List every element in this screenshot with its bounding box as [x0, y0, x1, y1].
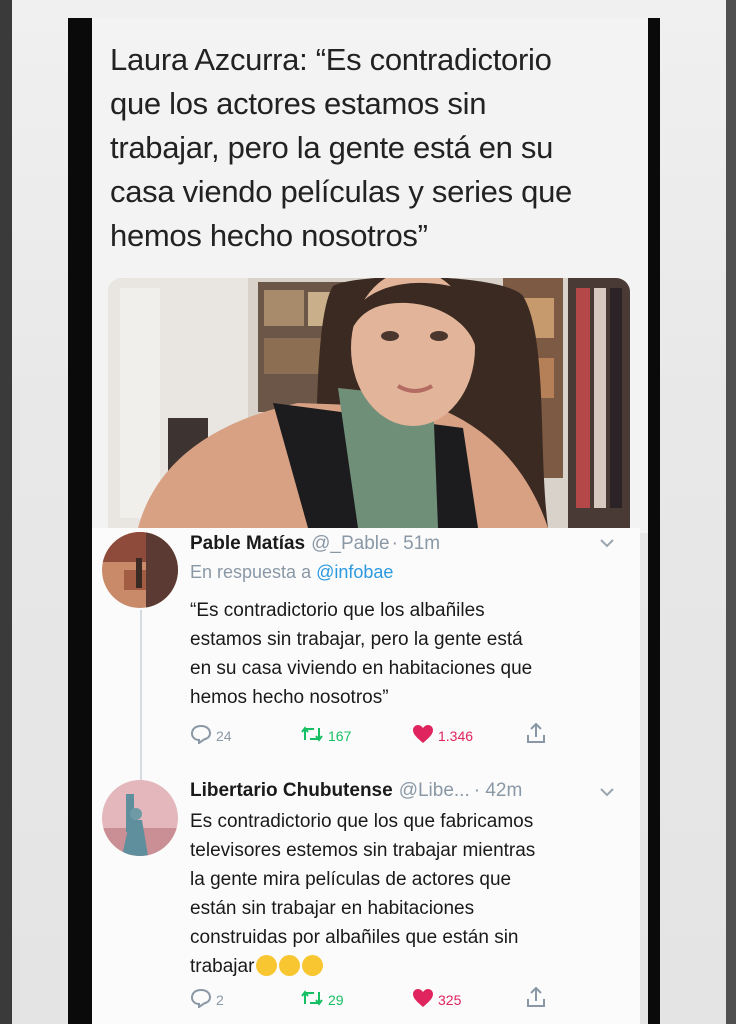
headline-line: casa viendo películas y series que: [110, 174, 572, 209]
user-handle[interactable]: @Libe...: [399, 780, 470, 801]
retweet-button[interactable]: 167: [300, 724, 351, 747]
thread-line: [140, 610, 142, 785]
tweet-actions: 24 167 1.346: [190, 722, 590, 748]
display-name[interactable]: Libertario Chubutense: [190, 780, 393, 801]
reply-button[interactable]: 2: [190, 988, 224, 1011]
share-button[interactable]: [526, 986, 546, 1011]
tweet-header: Libertario Chubutense @Libe... · 42m: [190, 780, 522, 802]
tweet-header: Pable Matías @_Pable · 51m: [190, 533, 440, 555]
like-button[interactable]: 325: [412, 988, 461, 1011]
tweet-text: Es contradictorio que los que fabricamos…: [190, 807, 535, 981]
reply-context: En respuesta a @infobae: [190, 562, 393, 583]
retweet-button[interactable]: 29: [300, 988, 344, 1011]
news-photo: [108, 278, 630, 528]
tweet-text-line: están sin trabajar en habitaciones: [190, 898, 475, 919]
reply-count: 24: [216, 727, 232, 744]
heart-icon: [412, 988, 434, 1011]
headline-line: Laura Azcurra: “Es contradictorio: [110, 42, 552, 77]
reply-icon: [190, 988, 212, 1011]
like-count: 1.346: [438, 727, 474, 744]
tweet-text-line: hemos hecho nosotros”: [190, 687, 389, 708]
tweet-text-line: trabajar: [190, 956, 255, 977]
display-name[interactable]: Pable Matías: [190, 533, 305, 554]
headline-line: trabajar, pero la gente está en su: [110, 130, 554, 165]
tweet-pable[interactable]: Pable Matías @_Pable · 51m En respuesta a …: [92, 528, 640, 785]
tweet-time[interactable]: · 51m: [392, 533, 441, 554]
photo-illustration: [108, 278, 630, 528]
share-button[interactable]: [526, 722, 546, 747]
like-button[interactable]: 1.346: [412, 724, 473, 747]
screen-edge-left: [0, 0, 12, 1024]
avatar[interactable]: [102, 532, 178, 608]
tweet-text-line: construidas por albañiles que están sin: [190, 927, 519, 948]
reply-button[interactable]: 24: [190, 724, 232, 747]
laughing-emoji-icon: [256, 955, 278, 976]
retweet-icon: [300, 724, 324, 747]
tweet-text-line: “Es contradictorio que los albañiles: [190, 600, 485, 621]
headline-line: que los actores estamos sin: [110, 86, 487, 121]
tweet-time[interactable]: · 42m: [474, 780, 523, 801]
share-icon: [526, 722, 546, 747]
black-border-left: [68, 18, 92, 1024]
chevron-down-icon[interactable]: [600, 784, 614, 800]
screen-edge-right: [726, 0, 736, 1024]
avatar-image: [102, 532, 178, 608]
reply-mention-link[interactable]: @infobae: [316, 562, 393, 582]
user-handle[interactable]: @_Pable: [311, 533, 389, 554]
tweet-text-last-line: trabajar: [190, 952, 535, 981]
avatar-image: [102, 780, 178, 856]
tweet-text: “Es contradictorio que los albañiles est…: [190, 596, 532, 712]
tweet-text-line: estamos sin trabajar, pero la gente está: [190, 629, 523, 650]
heart-icon: [412, 724, 434, 747]
headline-quote: Laura Azcurra: “Es contradictorio que lo…: [110, 38, 630, 258]
chevron-down-icon[interactable]: [600, 535, 614, 551]
retweet-count: 29: [328, 991, 344, 1008]
laughing-emoji-icon: [302, 955, 324, 976]
tweet-screenshot: Pable Matías @_Pable · 51m En respuesta a …: [92, 528, 640, 1024]
laughing-emoji-icon: [279, 955, 301, 976]
reply-count: 2: [216, 991, 224, 1008]
like-count: 325: [438, 991, 462, 1008]
black-border-right: [648, 18, 660, 1024]
tweet-text-line: televisores estemos sin trabajar mientra…: [190, 840, 536, 861]
tweet-text-line: en su casa viviendo en habitaciones que: [190, 658, 533, 679]
reply-prefix: En respuesta a: [190, 562, 312, 582]
retweet-count: 167: [328, 727, 352, 744]
share-icon: [526, 986, 546, 1011]
headline-line: hemos hecho nosotros”: [110, 218, 428, 253]
tweet-text-line: Es contradictorio que los que fabricamos: [190, 811, 534, 832]
tweet-libertario[interactable]: Libertario Chubutense @Libe... · 42m Es co…: [92, 776, 640, 1024]
reply-icon: [190, 724, 212, 747]
tweet-text-line: la gente mira películas de actores que: [190, 869, 512, 890]
avatar[interactable]: [102, 780, 178, 856]
tweet-actions: 2 29 325: [190, 986, 590, 1012]
retweet-icon: [300, 988, 324, 1011]
